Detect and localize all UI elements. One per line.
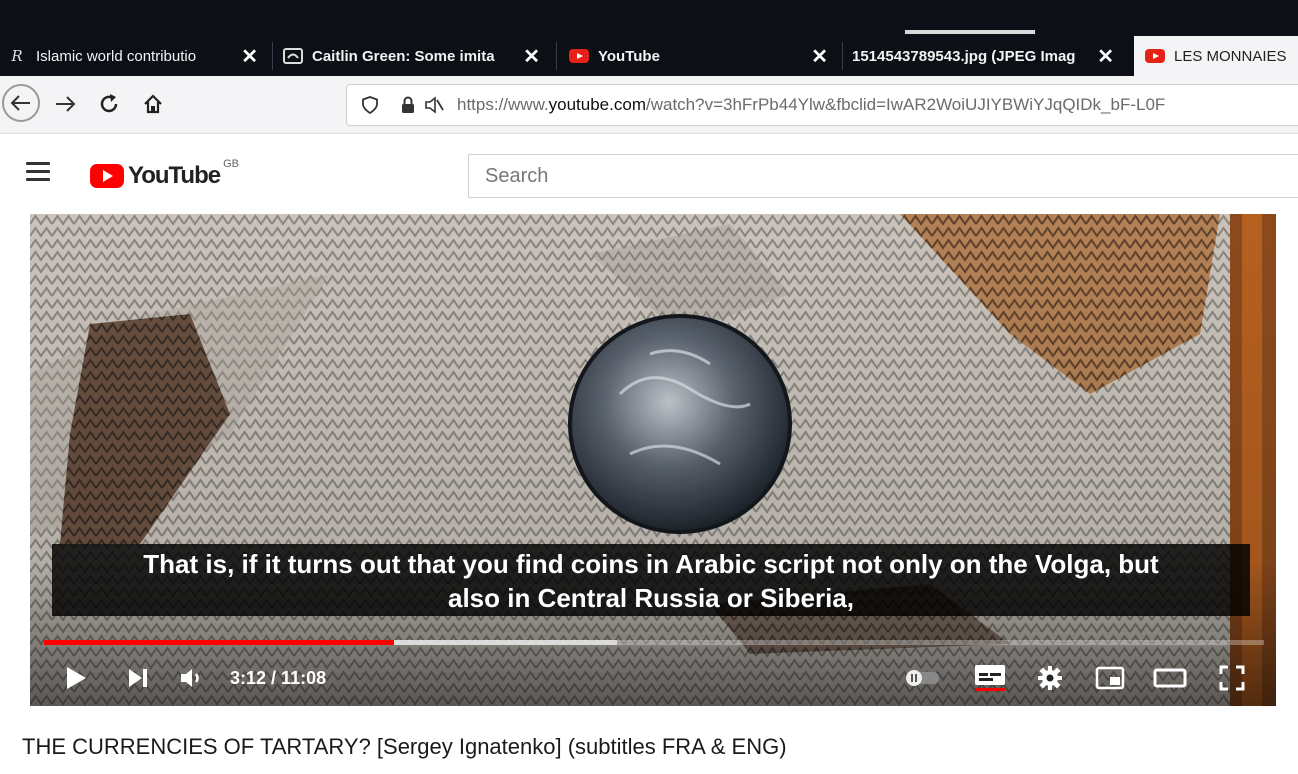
theater-mode-button[interactable] [1148, 658, 1192, 698]
url-path: /watch?v=3hFrPb44Ylw&fbclid=IwAR2WoiUJIY… [645, 95, 1166, 114]
browser-tab-bar: R Islamic world contributio ✕ Caitlin Gr… [0, 0, 1298, 76]
fullscreen-icon [1219, 665, 1245, 691]
back-button[interactable] [2, 84, 40, 122]
tab-jpeg-image[interactable]: 1514543789543.jpg (JPEG Imag ✕ [852, 36, 1124, 76]
subtitle-caption: That is, if it turns out that you find c… [52, 544, 1250, 616]
progress-bar[interactable] [44, 640, 1264, 645]
home-icon [144, 94, 162, 114]
forward-button[interactable] [48, 86, 82, 122]
gear-icon [1038, 666, 1062, 690]
arrow-left-icon [10, 95, 30, 111]
address-bar[interactable]: https://www.youtube.com/watch?v=3hFrPb44… [346, 84, 1298, 126]
caption-line: That is, if it turns out that you find c… [143, 549, 1159, 579]
next-icon [129, 669, 147, 687]
menu-icon[interactable] [26, 162, 50, 182]
youtube-logo-word: YouTube [128, 162, 221, 189]
miniplayer-icon [1095, 666, 1125, 690]
autoplay-toggle-icon [906, 670, 939, 686]
theater-mode-icon [1153, 668, 1187, 688]
search-input[interactable] [469, 155, 1298, 197]
screen: R Islamic world contributio ✕ Caitlin Gr… [0, 0, 1298, 774]
autoplay-toggle[interactable] [900, 658, 944, 698]
tab-caitlin-green[interactable]: Caitlin Green: Some imita ✕ [282, 36, 550, 76]
tab-label: Islamic world contributio [36, 47, 197, 65]
progress-played [44, 640, 395, 645]
autoplay-blocked-icon[interactable] [421, 92, 447, 118]
tab-close-icon[interactable]: ✕ [1097, 44, 1114, 69]
search-box[interactable] [468, 154, 1298, 198]
tab-label: Caitlin Green: Some imita [312, 47, 495, 65]
youtube-header: YouTube GB [0, 134, 1298, 214]
youtube-logo[interactable]: YouTube GB [90, 158, 239, 190]
tab-label: LES MONNAIES [1174, 47, 1287, 65]
next-button[interactable] [118, 658, 158, 698]
duration: 11:08 [281, 668, 327, 688]
tab-close-icon[interactable]: ✕ [523, 44, 540, 69]
miniplayer-button[interactable] [1090, 658, 1130, 698]
url-domain: youtube.com [548, 95, 646, 114]
tab-label: 1514543789543.jpg (JPEG Imag [852, 47, 1076, 65]
youtube-icon [568, 48, 590, 64]
tab-separator [842, 42, 843, 70]
caption-line: also in Central Russia or Siberia, [447, 583, 855, 613]
player-controls: 3:12 / 11:08 [30, 650, 1276, 706]
fullscreen-button[interactable] [1212, 658, 1252, 698]
reload-icon [100, 94, 118, 113]
tab-loading-indicator [905, 30, 1035, 34]
blogger-icon [282, 48, 304, 64]
r-icon: R [11, 47, 23, 65]
home-button[interactable] [136, 86, 170, 122]
settings-button[interactable] [1030, 658, 1070, 698]
time-display: 3:12 / 11:08 [230, 668, 327, 688]
tab-youtube[interactable]: YouTube ✕ [568, 36, 838, 76]
arrow-right-icon [56, 96, 76, 112]
subtitles-button[interactable] [968, 658, 1012, 698]
tracking-shield-icon[interactable] [357, 92, 383, 118]
youtube-icon [1144, 48, 1166, 64]
tab-islamic-world[interactable]: R Islamic world contributio ✕ [6, 36, 268, 76]
lock-icon[interactable] [395, 92, 421, 118]
youtube-play-logo-icon [90, 164, 124, 188]
tab-close-icon[interactable]: ✕ [241, 44, 258, 69]
reload-button[interactable] [92, 86, 126, 122]
video-title: THE CURRENCIES OF TARTARY? [Sergey Ignat… [22, 734, 787, 759]
region-code: GB [223, 158, 239, 170]
url-text: https://www.youtube.com/watch?v=3hFrPb44… [457, 95, 1165, 115]
tab-label: YouTube [598, 47, 660, 65]
tab-separator [556, 42, 557, 70]
video-player[interactable]: That is, if it turns out that you find c… [30, 214, 1276, 706]
current-time: 3:12 [230, 668, 267, 688]
play-button[interactable] [56, 658, 96, 698]
play-icon [67, 667, 86, 689]
browser-navigation-bar: https://www.youtube.com/watch?v=3hFrPb44… [0, 76, 1298, 134]
volume-icon [181, 669, 199, 687]
tab-separator [272, 42, 273, 70]
subtitles-icon [975, 665, 1005, 691]
volume-button[interactable] [172, 658, 212, 698]
video-frame [30, 214, 1276, 706]
url-scheme: https://www. [457, 95, 549, 114]
tab-close-icon[interactable]: ✕ [811, 44, 828, 69]
tab-les-monnaies[interactable]: LES MONNAIES [1134, 36, 1298, 76]
